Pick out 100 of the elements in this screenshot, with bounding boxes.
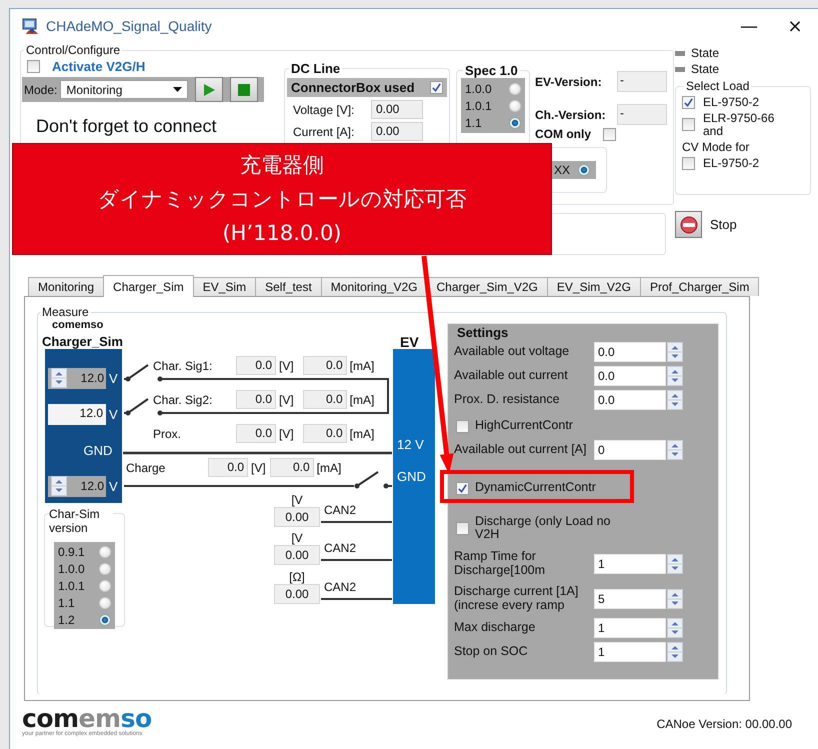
- pin-label: GND: [397, 469, 426, 484]
- tab[interactable]: EV_Sim_V2G: [546, 277, 641, 296]
- checkbox-label: ConnectorBox used: [291, 80, 415, 95]
- number-field[interactable]: 1: [594, 554, 666, 574]
- unit-label: [V]: [279, 392, 294, 406]
- number-field[interactable]: 1: [594, 642, 666, 662]
- readonly-field: 0.00: [274, 584, 320, 604]
- checkbox[interactable]: [430, 81, 443, 94]
- spinner-arrows-icon: [667, 342, 683, 362]
- radio-label: 1.2: [58, 612, 75, 626]
- version-label: CANoe Version: 00.00.00: [656, 717, 792, 731]
- checkbox[interactable]: [682, 118, 695, 132]
- checkbox-label: EL-9750-2: [703, 157, 760, 170]
- readonly-field: 0.0: [236, 390, 276, 409]
- checkbox-label: ELR-9750-66 and: [703, 112, 776, 138]
- radio-button[interactable]: [99, 546, 111, 558]
- radio-label: 1.0.1: [58, 578, 85, 592]
- signal-label: Char. Sig2:: [153, 392, 214, 406]
- checkbox-label: COM only: [535, 127, 591, 141]
- checkbox[interactable]: [603, 128, 616, 140]
- radio-button[interactable]: [99, 614, 111, 626]
- stop-sign-icon: [680, 216, 698, 234]
- field-label: Max discharge: [454, 621, 536, 635]
- radio-button[interactable]: [578, 164, 590, 176]
- number-field[interactable]: 1: [594, 618, 666, 638]
- group-title: DC Line: [290, 61, 342, 76]
- checkbox[interactable]: [456, 482, 469, 494]
- checkbox[interactable]: [27, 60, 40, 73]
- callout-text: ダイナミックコントロールの対応可否: [98, 186, 466, 213]
- checkbox-label: Discharge (only Load no V2H: [475, 514, 612, 542]
- signal-label: Charge: [126, 460, 166, 474]
- radio-button[interactable]: [509, 82, 521, 94]
- spinner-arrows-icon: [667, 554, 683, 574]
- input-field[interactable]: 12.0: [48, 404, 106, 424]
- field-label: Current [A]:: [293, 124, 356, 138]
- field-label: Ramp Time for Discharge[100m: [454, 550, 546, 577]
- number-field[interactable]: 0.0: [594, 342, 666, 362]
- tab[interactable]: Charger_Sim: [103, 275, 194, 297]
- spinner-arrows-icon: [667, 588, 683, 608]
- signal-label: CAN2: [324, 580, 356, 594]
- group-title: Spec 1.0: [464, 63, 519, 78]
- readonly-field: 0.0: [208, 458, 248, 477]
- wire: [321, 598, 392, 600]
- play-icon: [202, 82, 216, 96]
- radio-button[interactable]: [99, 580, 111, 592]
- checkbox[interactable]: [682, 157, 695, 170]
- close-button[interactable]: ×: [772, 11, 818, 41]
- play-button[interactable]: [195, 77, 224, 102]
- tab[interactable]: Monitoring: [28, 277, 104, 296]
- signal-label: CAN2: [324, 541, 356, 555]
- stop-button[interactable]: [675, 211, 702, 238]
- option-text: CV Mode for: [682, 140, 750, 154]
- tab[interactable]: EV_Sim: [192, 277, 256, 296]
- app-icon: [22, 17, 40, 35]
- radio-button[interactable]: [509, 100, 521, 112]
- status-led-icon: [675, 66, 685, 72]
- radio-button[interactable]: [509, 116, 521, 128]
- unit-label: V: [109, 406, 118, 422]
- number-field[interactable]: 12.0: [48, 476, 106, 496]
- number-field[interactable]: 0: [594, 440, 666, 460]
- number-field[interactable]: 0.0: [594, 366, 666, 386]
- field-label: Available out voltage: [454, 345, 570, 359]
- group-title: Select Load: [685, 79, 750, 93]
- number-field[interactable]: 12.0: [48, 368, 106, 388]
- group-title: Control/Configure: [25, 43, 122, 57]
- radio-button[interactable]: [99, 562, 111, 574]
- reminder-text: Don't forget to connect: [36, 116, 218, 137]
- spinner-arrows-icon: [667, 618, 683, 638]
- unit-label: [Ω]: [288, 570, 306, 584]
- field-label: Stop on SOC: [454, 645, 529, 659]
- tab[interactable]: Self_test: [255, 277, 322, 296]
- minimize-button[interactable]: —: [726, 11, 772, 41]
- readonly-field: 0.00: [274, 507, 320, 527]
- tab[interactable]: Charger_Sim_V2G: [426, 277, 548, 296]
- number-field[interactable]: 5: [594, 588, 666, 608]
- switch-icon: [124, 398, 149, 416]
- checkbox-label: HighCurrentContr: [475, 419, 573, 433]
- field-label: Available out current: [454, 369, 569, 383]
- unit-label: [V]: [251, 460, 266, 474]
- stop-button[interactable]: [230, 77, 258, 102]
- radio-button[interactable]: [99, 596, 111, 608]
- stop-label: Stop: [710, 217, 737, 232]
- tab[interactable]: Monitoring_V2G: [320, 277, 428, 296]
- number-field[interactable]: 0.0: [594, 390, 666, 410]
- radio-label: 1.0.1: [465, 98, 492, 112]
- checkbox[interactable]: [456, 420, 469, 432]
- callout-text: 充電器側: [240, 152, 324, 179]
- checkbox[interactable]: [456, 522, 469, 534]
- readonly-field: 0.00: [371, 122, 423, 141]
- logo-wordmark: comemso: [22, 707, 152, 731]
- caret-icon: [173, 87, 182, 92]
- checkbox-label: DynamicCurrentContr: [475, 481, 596, 495]
- tab[interactable]: Prof_Charger_Sim: [640, 277, 760, 296]
- window-title: CHAdeMO_Signal_Quality: [46, 18, 212, 34]
- mode-dropdown[interactable]: Monitoring: [60, 80, 188, 99]
- spinner-arrows-icon: [51, 476, 67, 496]
- readonly-field: 0.0: [236, 424, 276, 443]
- field-label: Voltage [V]:: [293, 102, 356, 116]
- switch-icon: [124, 364, 149, 382]
- checkbox[interactable]: [682, 96, 695, 109]
